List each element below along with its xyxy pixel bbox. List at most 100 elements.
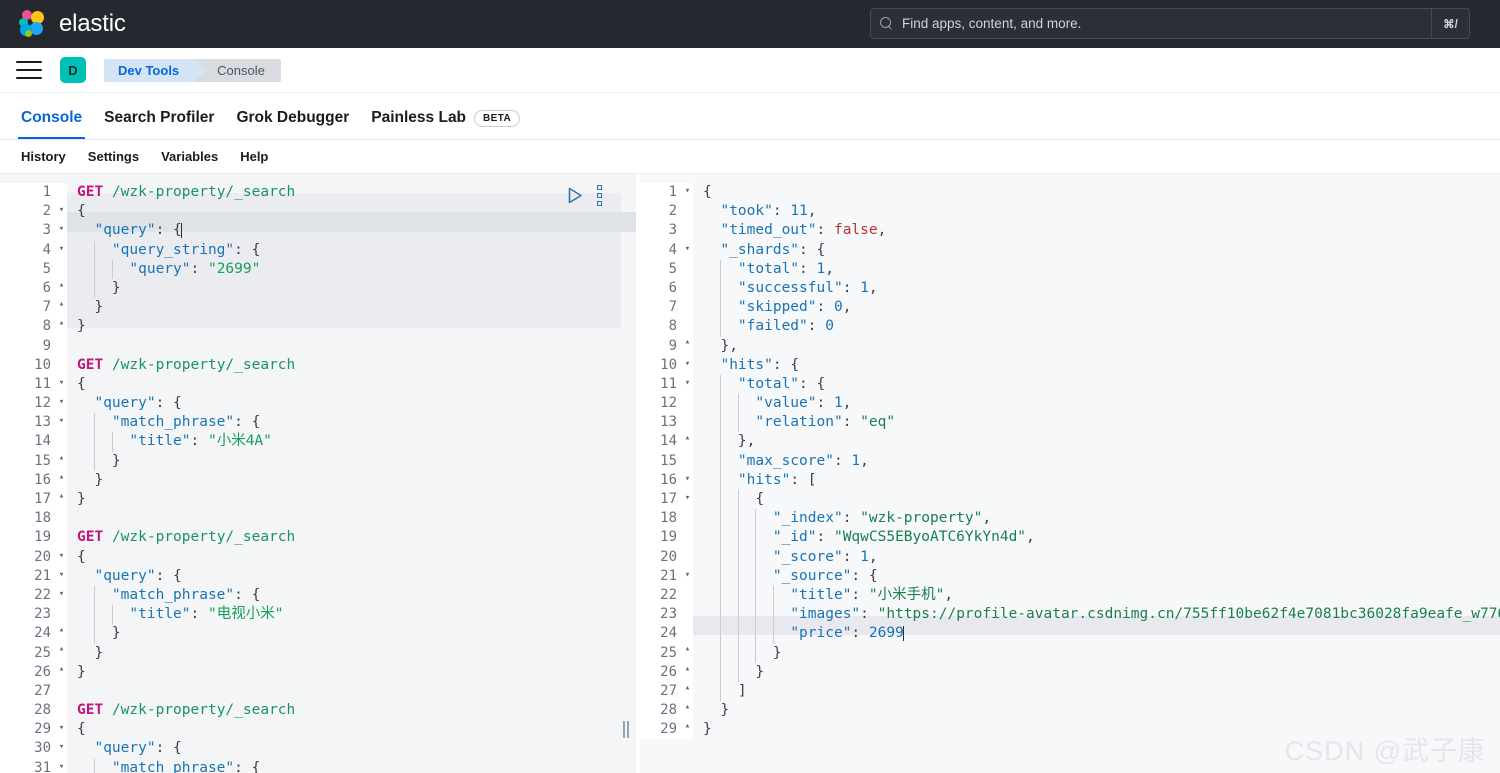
token-punct: } — [703, 720, 712, 739]
fold-toggle-icon[interactable]: ▾ — [56, 241, 67, 260]
code-line[interactable]: 28GET /wzk-property/_search — [0, 701, 636, 720]
response-pane[interactable]: 1▾{2 "took": 11,3 "timed_out": false,4▾ … — [640, 174, 1500, 773]
breadcrumb-item-console[interactable]: Console — [195, 59, 281, 82]
fold-toggle-icon[interactable]: ▾ — [56, 739, 67, 758]
submenu-item-variables[interactable]: Variables — [150, 149, 229, 164]
code-line[interactable]: 16▴ } — [0, 471, 636, 490]
beta-badge: BETA — [474, 110, 520, 127]
line-number: 9 — [640, 337, 682, 356]
fold-spacer — [682, 452, 693, 471]
code-line[interactable]: 29▾{ — [0, 720, 636, 739]
token-method: GET — [77, 183, 103, 202]
tab-console-label: Console — [21, 109, 82, 127]
indent-guides — [703, 509, 773, 528]
code-line[interactable]: 15▴ } — [0, 452, 636, 471]
code-line[interactable]: 13▾ "match_phrase": { — [0, 413, 636, 432]
token-plain — [103, 356, 112, 375]
request-code[interactable]: 1GET /wzk-property/_search2▾{3▾ "query":… — [0, 174, 636, 773]
code-line[interactable]: 30▾ "query": { — [0, 739, 636, 758]
fold-toggle-icon[interactable]: ▴ — [682, 337, 693, 356]
submenu-item-history[interactable]: History — [10, 149, 77, 164]
fold-spacer — [682, 279, 693, 298]
tab-grok-debugger[interactable]: Grok Debugger — [225, 109, 360, 139]
code-line[interactable]: 8▴} — [0, 317, 636, 336]
token-punct: } — [755, 663, 764, 682]
fold-toggle-icon[interactable]: ▴ — [682, 432, 693, 451]
fold-toggle-icon[interactable]: ▾ — [56, 221, 67, 240]
tab-console[interactable]: Console — [10, 109, 93, 139]
fold-toggle-icon[interactable]: ▾ — [56, 413, 67, 432]
code-line[interactable]: 22▾ "match_phrase": { — [0, 586, 636, 605]
code-line[interactable]: 1GET /wzk-property/_search — [0, 183, 636, 202]
tab-search-profiler[interactable]: Search Profiler — [93, 109, 225, 139]
code-line[interactable]: 18 — [0, 509, 636, 528]
code-line[interactable]: 17▴} — [0, 490, 636, 509]
global-search-input[interactable]: Find apps, content, and more. — [902, 16, 1431, 31]
fold-toggle-icon[interactable]: ▾ — [682, 183, 693, 202]
code-line[interactable]: 14 "title": "小米4A" — [0, 432, 636, 451]
code-line[interactable]: 3▾ "query": { — [0, 221, 636, 240]
fold-toggle-icon[interactable]: ▾ — [56, 567, 67, 586]
code-line[interactable]: 7▴ } — [0, 298, 636, 317]
fold-toggle-icon[interactable]: ▴ — [682, 720, 693, 739]
fold-toggle-icon[interactable]: ▾ — [682, 490, 693, 509]
fold-toggle-icon[interactable]: ▾ — [56, 586, 67, 605]
fold-spacer — [682, 221, 693, 240]
fold-toggle-icon[interactable]: ▾ — [682, 356, 693, 375]
token-key: "_score" — [773, 548, 843, 567]
fold-toggle-icon[interactable]: ▾ — [682, 241, 693, 260]
fold-toggle-icon[interactable]: ▾ — [682, 567, 693, 586]
avatar[interactable]: D — [60, 57, 86, 83]
code-line[interactable]: 12▾ "query": { — [0, 394, 636, 413]
token-str: "https://profile-avatar.csdnimg.cn/755ff… — [878, 605, 1500, 624]
fold-toggle-icon[interactable]: ▾ — [56, 394, 67, 413]
code-line[interactable]: 25▴ } — [0, 644, 636, 663]
request-editor-pane[interactable]: 1GET /wzk-property/_search2▾{3▾ "query":… — [0, 174, 636, 773]
global-search-bar[interactable]: Find apps, content, and more. ⌘/ — [870, 8, 1470, 39]
fold-toggle-icon[interactable]: ▾ — [56, 720, 67, 739]
code-line[interactable]: 5 "query": "2699" — [0, 260, 636, 279]
code-line[interactable]: 6▴ } — [0, 279, 636, 298]
code-line: 10▾ "hits": { — [640, 356, 1500, 375]
line-number: 17 — [0, 490, 56, 509]
token-punct: : — [860, 605, 877, 624]
line-number: 12 — [0, 394, 56, 413]
code-line[interactable]: 11▾{ — [0, 375, 636, 394]
fold-toggle-icon[interactable]: ▴ — [56, 317, 67, 336]
kebab-menu-icon[interactable] — [595, 183, 604, 208]
pane-splitter-handle[interactable] — [620, 716, 632, 742]
code-line[interactable]: 21▾ "query": { — [0, 567, 636, 586]
indent-guides — [77, 644, 94, 663]
code-line[interactable]: 10GET /wzk-property/_search — [0, 356, 636, 375]
submenu-item-help[interactable]: Help — [229, 149, 279, 164]
fold-toggle-icon[interactable]: ▾ — [56, 759, 67, 773]
code-line[interactable]: 20▾{ — [0, 548, 636, 567]
code-line[interactable]: 31▾ "match_phrase": { — [0, 759, 636, 773]
token-punct: : { — [156, 739, 182, 758]
fold-toggle-icon[interactable]: ▾ — [56, 202, 67, 221]
code-line[interactable]: 27 — [0, 682, 636, 701]
play-icon[interactable] — [568, 187, 583, 204]
code-line[interactable]: 23 "title": "电视小米" — [0, 605, 636, 624]
fold-toggle-icon[interactable]: ▴ — [56, 490, 67, 509]
fold-toggle-icon[interactable]: ▴ — [56, 663, 67, 682]
tab-painless-lab[interactable]: Painless Lab BETA — [360, 109, 531, 139]
fold-toggle-icon[interactable]: ▾ — [56, 375, 67, 394]
code-line: 25▴ } — [640, 644, 1500, 663]
breadcrumb-item-dev-tools[interactable]: Dev Tools — [104, 59, 195, 82]
menu-icon[interactable] — [16, 61, 42, 79]
code-line[interactable]: 24▴ } — [0, 624, 636, 643]
code-text: "relation": "eq" — [693, 413, 1500, 432]
code-line[interactable]: 2▾{ — [0, 202, 636, 221]
fold-toggle-icon[interactable]: ▾ — [682, 375, 693, 394]
token-punct: } — [94, 644, 103, 663]
submenu-item-settings[interactable]: Settings — [77, 149, 150, 164]
code-line[interactable]: 19GET /wzk-property/_search — [0, 528, 636, 547]
code-line[interactable]: 26▴} — [0, 663, 636, 682]
fold-toggle-icon[interactable]: ▾ — [682, 471, 693, 490]
fold-toggle-icon[interactable]: ▾ — [56, 548, 67, 567]
line-number: 30 — [0, 739, 56, 758]
console-split: 1GET /wzk-property/_search2▾{3▾ "query":… — [0, 173, 1500, 773]
code-line[interactable]: 9 — [0, 337, 636, 356]
code-line[interactable]: 4▾ "query_string": { — [0, 241, 636, 260]
